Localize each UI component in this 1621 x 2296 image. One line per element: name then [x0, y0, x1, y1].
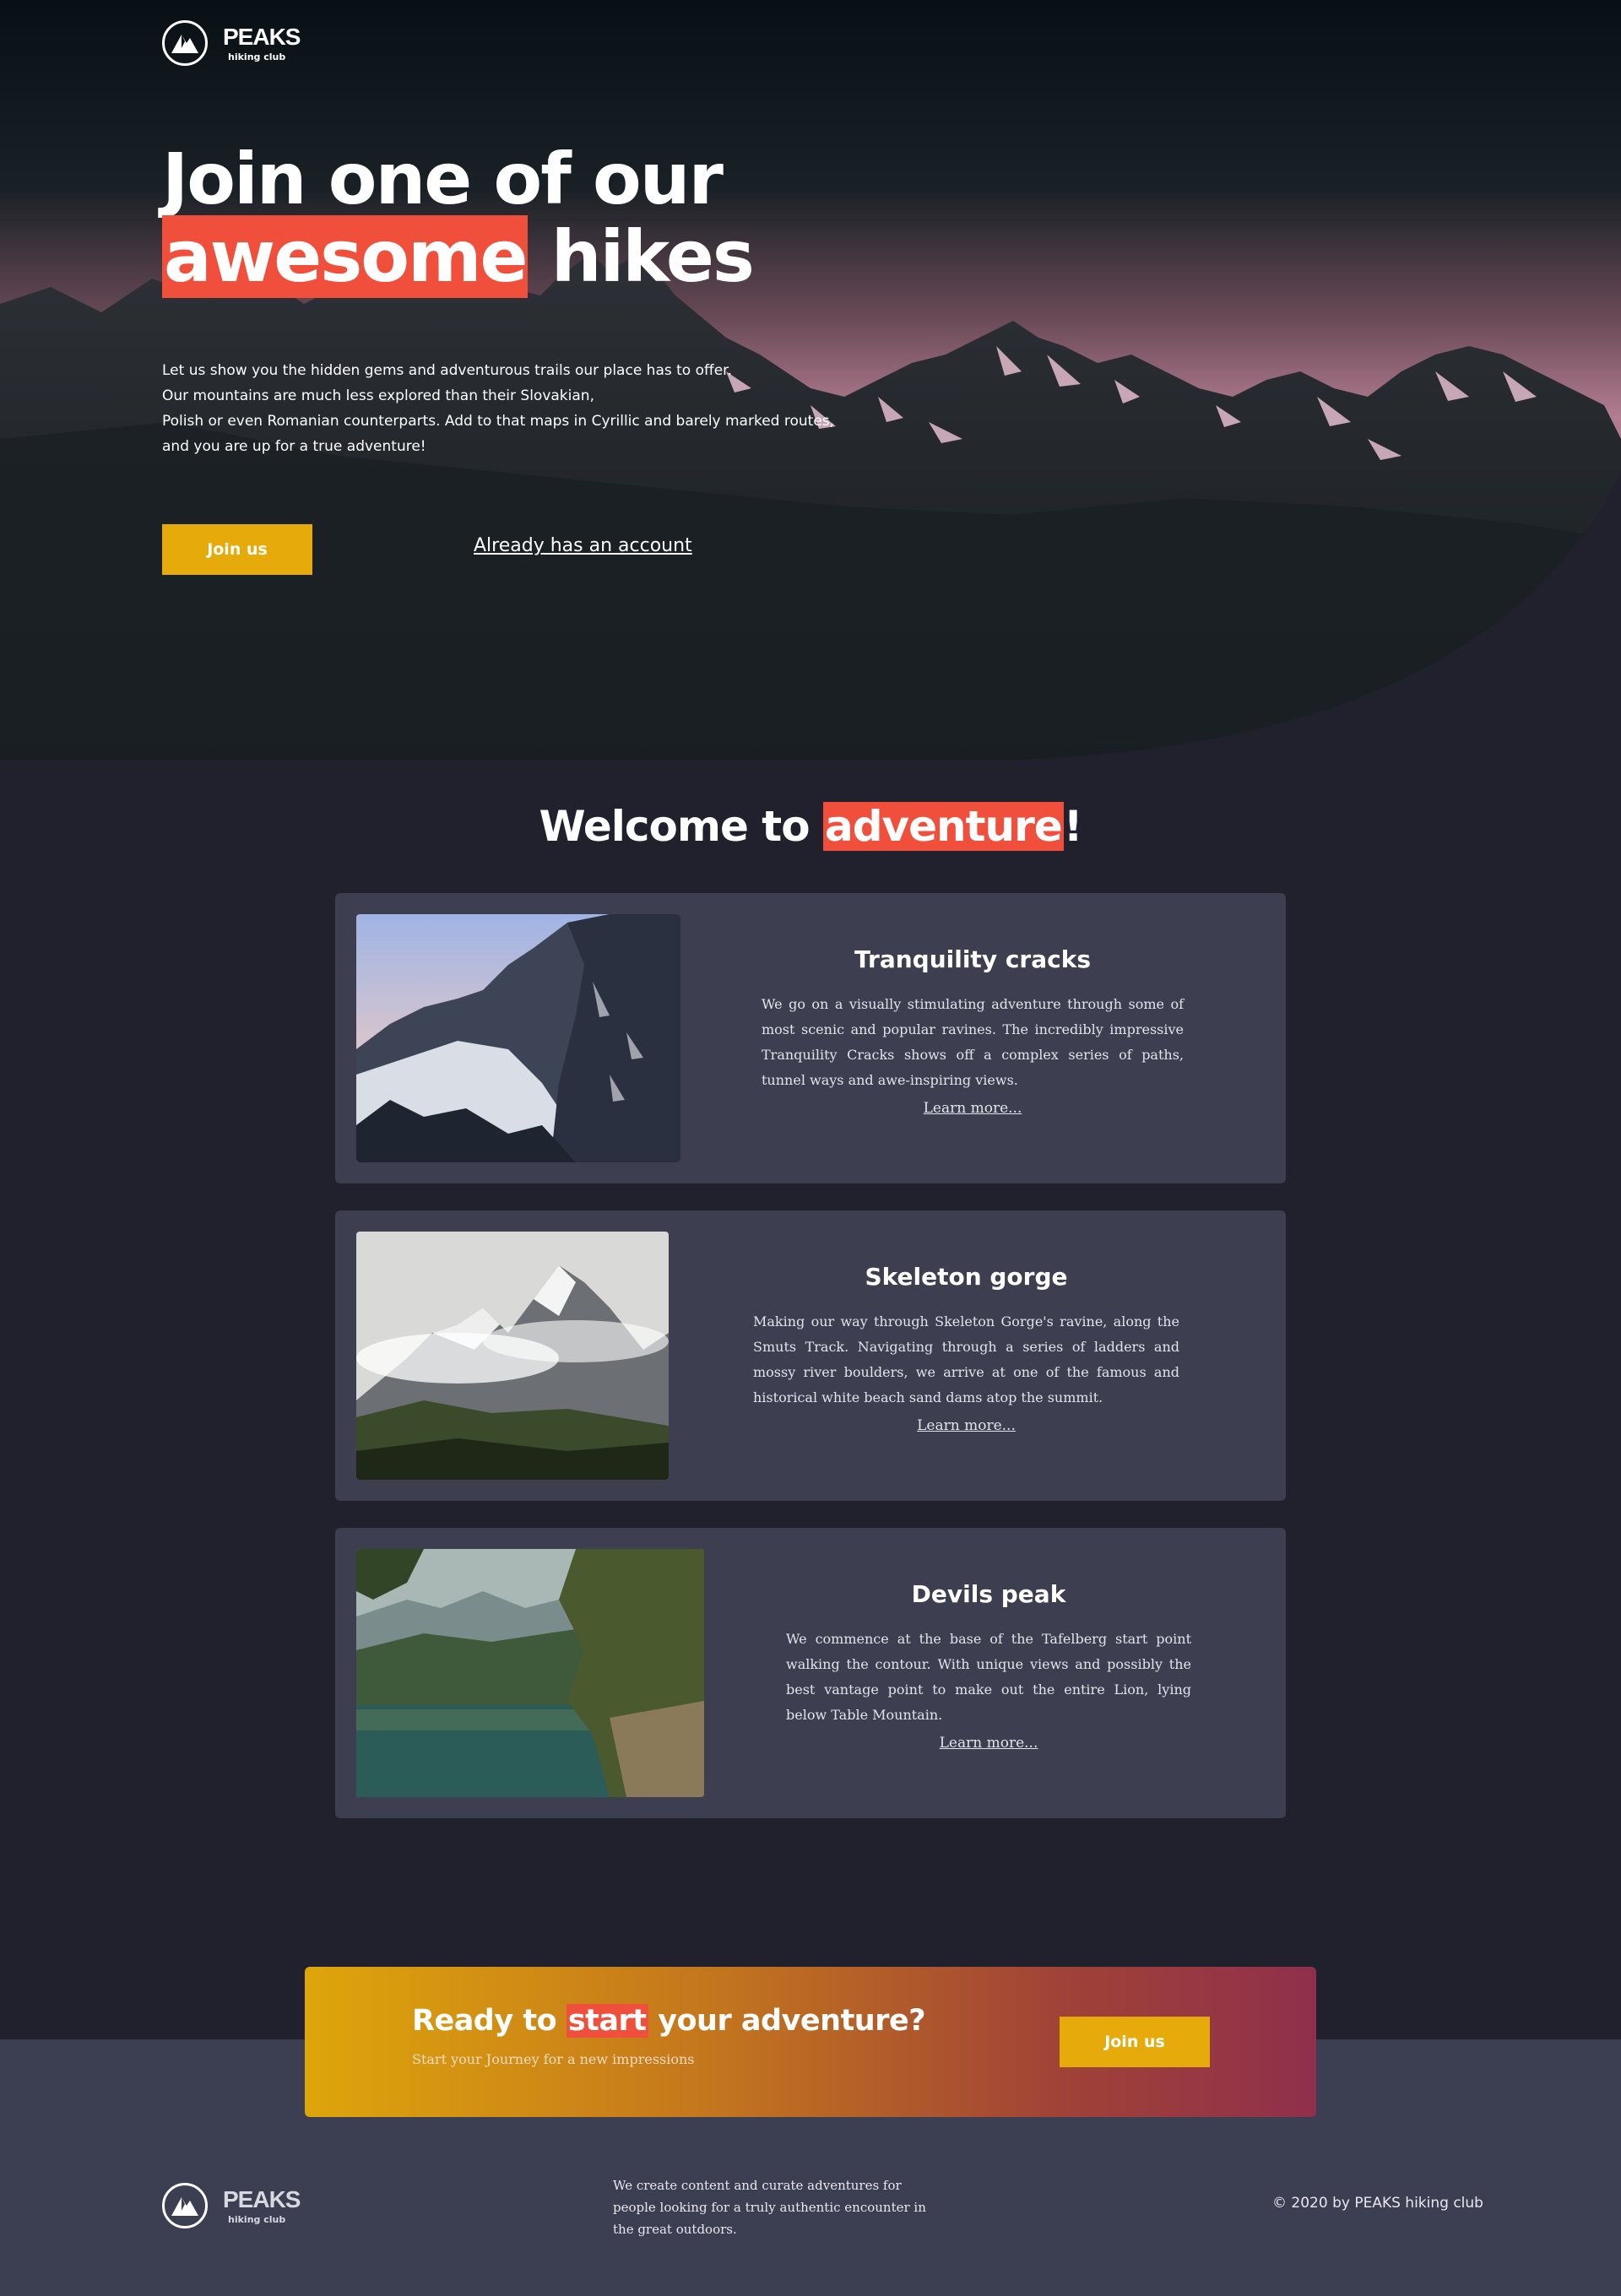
hero-description-line: Let us show you the hidden gems and adve…	[162, 362, 733, 379]
learn-more-link[interactable]: Learn more...	[917, 1417, 1016, 1434]
cta-title-highlight: start	[566, 2004, 648, 2038]
hike-title: Devils peak	[911, 1580, 1066, 1608]
welcome-title-highlight: adventure	[822, 802, 1064, 851]
footer-copyright: © 2020 by PEAKS hiking club	[1272, 2195, 1483, 2212]
already-has-account-link[interactable]: Already has an account	[474, 535, 692, 556]
hero-title-line2: hikes	[528, 215, 755, 298]
header-logo[interactable]: PEAKS hiking club	[162, 20, 301, 66]
hero-join-button[interactable]: Join us	[162, 524, 312, 575]
footer-logo[interactable]: PEAKS hiking club	[162, 2183, 301, 2228]
hike-description: We go on a visually stimulating adventur…	[762, 996, 1184, 1088]
hero-description-line: Our mountains are much less explored tha…	[162, 387, 594, 404]
hike-description: Making our way through Skeleton Gorge's …	[753, 1313, 1179, 1405]
cta-title: Ready to start your adventure?	[412, 1994, 926, 2048]
cta-banner: Ready to start your adventure? Start you…	[305, 1967, 1316, 2117]
hike-card: Skeleton gorge Making our way through Sk…	[335, 1210, 1286, 1501]
hero-title-highlight: awesome	[162, 215, 528, 298]
hero-description-line: Polish or even Romanian counterparts. Ad…	[162, 413, 835, 430]
cta-title-prefix: Ready to	[412, 2004, 567, 2038]
welcome-title-prefix: Welcome to	[539, 802, 823, 851]
hike-photo-skeleton-gorge	[356, 1232, 669, 1480]
hero-section: PEAKS hiking club Join one of our awesom…	[0, 0, 1621, 760]
hero-title-line1: Join one of our	[162, 138, 724, 220]
learn-more-link[interactable]: Learn more...	[924, 1100, 1022, 1117]
learn-more-link[interactable]: Learn more...	[940, 1735, 1038, 1752]
footer-about-text: We create content and curate adventures …	[613, 2178, 926, 2237]
mountain-peak-logo-icon	[162, 2183, 208, 2228]
hike-title: Skeleton gorge	[865, 1263, 1068, 1291]
hero-description-line: and you are up for a true adventure!	[162, 438, 426, 455]
footer-brand-name: PEAKS	[223, 2185, 301, 2212]
hike-photo-tranquility-cracks	[356, 914, 680, 1162]
brand-name: PEAKS	[223, 23, 301, 50]
hike-card: Tranquility cracks We go on a visually s…	[335, 893, 1286, 1183]
hero-description: Let us show you the hidden gems and adve…	[162, 358, 838, 459]
hike-card: Devils peak We commence at the base of t…	[335, 1528, 1286, 1818]
cta-join-button[interactable]: Join us	[1060, 2017, 1210, 2067]
cta-title-suffix: your adventure?	[648, 2004, 926, 2038]
hike-photo-devils-peak	[356, 1549, 704, 1797]
brand-tagline: hiking club	[228, 51, 286, 62]
footer-brand-tagline: hiking club	[228, 2213, 286, 2225]
hero-title: Join one of our awesome hikes	[162, 138, 755, 298]
hike-title: Tranquility cracks	[854, 945, 1091, 973]
hike-description: We commence at the base of the Tafelberg…	[786, 1631, 1191, 1723]
cta-subtitle: Start your Journey for a new impressions	[412, 2051, 695, 2067]
welcome-title: Welcome to adventure!	[0, 790, 1621, 863]
welcome-title-suffix: !	[1063, 802, 1083, 851]
mountain-peak-logo-icon	[162, 20, 208, 66]
